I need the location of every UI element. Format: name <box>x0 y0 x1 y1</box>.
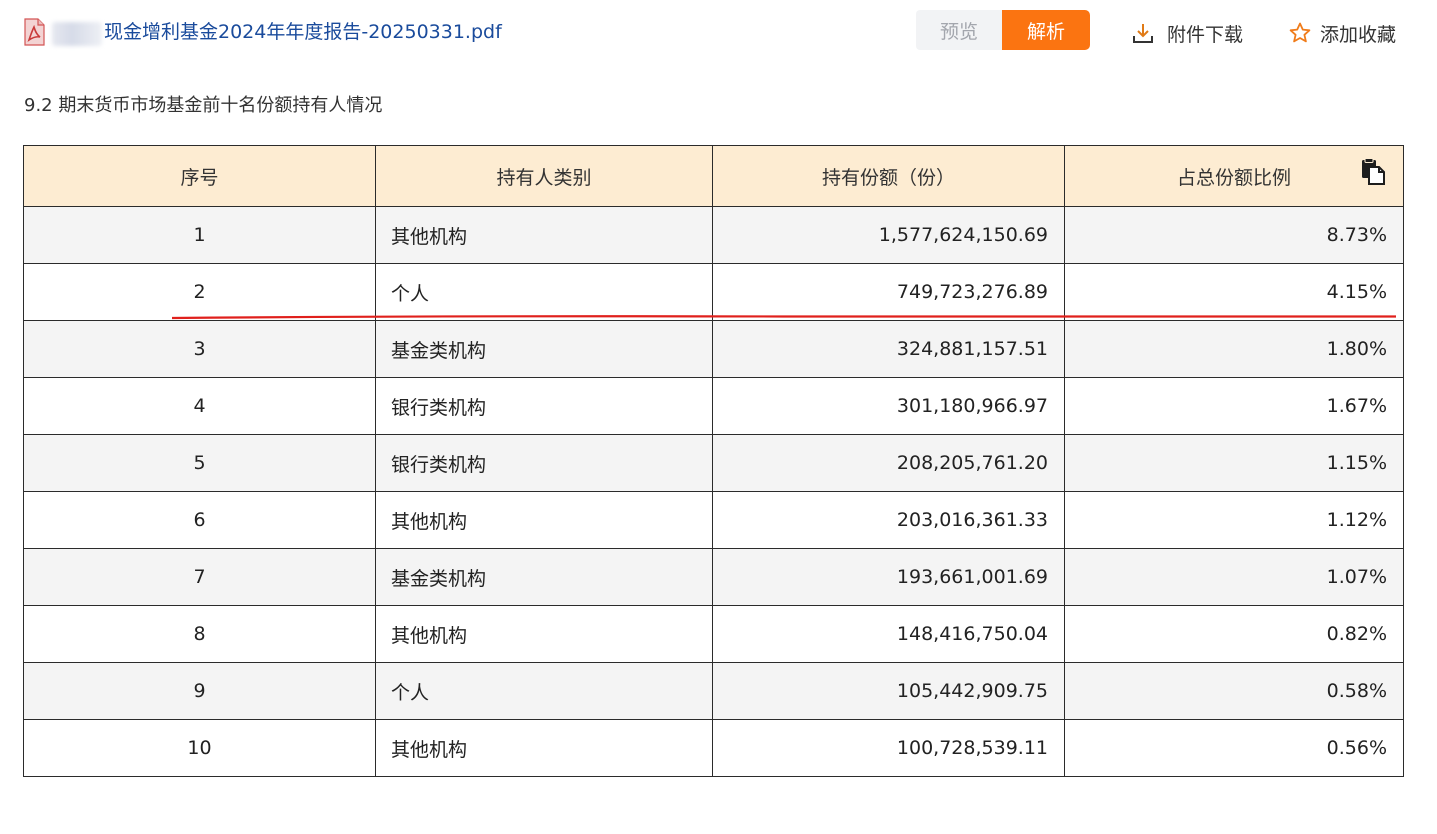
cell-index: 6 <box>23 491 376 549</box>
cell-holder-type: 银行类机构 <box>375 434 713 492</box>
table-header-row: 序号 持有人类别 持有份额（份） 占总份额比例 <box>23 145 1404 207</box>
cell-shares: 100,728,539.11 <box>712 719 1065 777</box>
cell-shares: 193,661,001.69 <box>712 548 1065 606</box>
cell-shares: 105,442,909.75 <box>712 662 1065 720</box>
cell-index: 7 <box>23 548 376 606</box>
cell-holder-type: 基金类机构 <box>375 320 713 378</box>
cell-holder-type: 个人 <box>375 263 713 321</box>
cell-holder-type: 其他机构 <box>375 206 713 264</box>
cell-holder-type: 其他机构 <box>375 491 713 549</box>
cell-ratio: 0.58% <box>1064 662 1404 720</box>
table-row: 5 银行类机构 208,205,761.20 1.15% <box>23 434 1404 492</box>
favorite-label: 添加收藏 <box>1320 23 1397 46</box>
cell-index: 8 <box>23 605 376 663</box>
cell-ratio: 1.12% <box>1064 491 1404 549</box>
cell-ratio: 0.82% <box>1064 605 1404 663</box>
table-row: 9 个人 105,442,909.75 0.58% <box>23 662 1404 720</box>
cell-shares: 324,881,157.51 <box>712 320 1065 378</box>
page: 现金增利基金2024年年度报告-20250331.pdf 预览 解析 附件下载 … <box>0 0 1437 834</box>
cell-holder-type: 基金类机构 <box>375 548 713 606</box>
header-shares: 持有份额（份） <box>712 145 1065 207</box>
add-favorite-button[interactable]: 添加收藏 <box>1288 18 1396 48</box>
preview-button[interactable]: 预览 <box>916 10 1002 50</box>
cell-ratio: 0.56% <box>1064 719 1404 777</box>
table-row: 8 其他机构 148,416,750.04 0.82% <box>23 605 1404 663</box>
star-icon <box>1289 22 1311 43</box>
header-bar: 现金增利基金2024年年度报告-20250331.pdf 预览 解析 附件下载 … <box>0 0 1437 66</box>
cell-index: 1 <box>23 206 376 264</box>
table-body: 1 其他机构 1,577,624,150.69 8.73% 2 个人 749,723,276… <box>23 206 1404 777</box>
cell-index: 2 <box>23 263 376 321</box>
cell-holder-type: 银行类机构 <box>375 377 713 435</box>
download-attachment-button[interactable]: 附件下载 <box>1131 18 1243 48</box>
cell-shares: 1,577,624,150.69 <box>712 206 1065 264</box>
header-ratio: 占总份额比例 <box>1064 145 1404 207</box>
cell-shares: 148,416,750.04 <box>712 605 1065 663</box>
view-mode-toggle: 预览 解析 <box>916 10 1090 50</box>
cell-ratio: 1.07% <box>1064 548 1404 606</box>
cell-index: 10 <box>23 719 376 777</box>
file-title-link[interactable]: 现金增利基金2024年年度报告-20250331.pdf <box>104 18 502 46</box>
top-ten-holders-table: 序号 持有人类别 持有份额（份） 占总份额比例 1其他机构1,577,624 <box>23 145 1404 777</box>
copy-icon[interactable] <box>1359 158 1387 186</box>
pdf-icon <box>24 18 45 46</box>
cell-shares: 749,723,276.89 <box>712 263 1065 321</box>
table-row: 2 个人 749,723,276.89 4.15% <box>23 263 1404 321</box>
cell-ratio: 1.15% <box>1064 434 1404 492</box>
cell-shares: 203,016,361.33 <box>712 491 1065 549</box>
cell-shares: 208,205,761.20 <box>712 434 1065 492</box>
blurred-prefix <box>52 22 102 46</box>
header-ratio-label: 占总份额比例 <box>1176 166 1291 189</box>
cell-ratio: 1.67% <box>1064 377 1404 435</box>
parse-button[interactable]: 解析 <box>1002 10 1090 50</box>
cell-index: 9 <box>23 662 376 720</box>
table-row: 7 基金类机构 193,661,001.69 1.07% <box>23 548 1404 606</box>
table-row: 4 银行类机构 301,180,966.97 1.67% <box>23 377 1404 435</box>
holders-table-container: 序号 持有人类别 持有份额（份） 占总份额比例 1其他机构1,577,624 <box>23 145 1404 777</box>
cell-shares: 301,180,966.97 <box>712 377 1065 435</box>
cell-holder-type: 个人 <box>375 662 713 720</box>
cell-ratio: 8.73% <box>1064 206 1404 264</box>
table-row: 3 基金类机构 324,881,157.51 1.80% <box>23 320 1404 378</box>
cell-index: 4 <box>23 377 376 435</box>
download-label: 附件下载 <box>1167 23 1244 46</box>
cell-index: 5 <box>23 434 376 492</box>
header-holder-type: 持有人类别 <box>375 145 713 207</box>
cell-index: 3 <box>23 320 376 378</box>
table-row: 1 其他机构 1,577,624,150.69 8.73% <box>23 206 1404 264</box>
table-row: 10 其他机构 100,728,539.11 0.56% <box>23 719 1404 777</box>
section-title: 9.2 期末货币市场基金前十名份额持有人情况 <box>24 95 383 116</box>
cell-holder-type: 其他机构 <box>375 719 713 777</box>
cell-ratio: 4.15% <box>1064 263 1404 321</box>
download-icon <box>1133 24 1153 43</box>
header-index: 序号 <box>23 145 376 207</box>
cell-holder-type: 其他机构 <box>375 605 713 663</box>
table-row: 6 其他机构 203,016,361.33 1.12% <box>23 491 1404 549</box>
cell-ratio: 1.80% <box>1064 320 1404 378</box>
